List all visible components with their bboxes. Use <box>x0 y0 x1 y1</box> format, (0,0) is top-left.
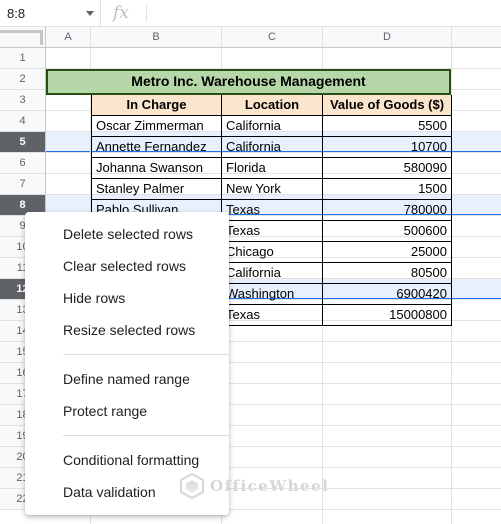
select-all-corner[interactable] <box>0 27 46 48</box>
chevron-down-icon[interactable] <box>86 11 94 16</box>
formula-bar: 8:8 fx <box>0 0 501 27</box>
cell-in-charge[interactable]: Oscar Zimmerman <box>91 116 222 137</box>
formula-input[interactable] <box>152 6 492 22</box>
row-header-6[interactable]: 6 <box>0 153 46 174</box>
cell-in-charge[interactable]: Stanley Palmer <box>91 179 222 200</box>
cell-location[interactable]: Chicago <box>222 242 323 263</box>
cell-value[interactable]: 15000800 <box>323 305 452 326</box>
name-box[interactable]: 8:8 <box>0 0 101 27</box>
row-header-1[interactable]: 1 <box>0 48 46 69</box>
officewheel-watermark: OfficeWheel <box>180 473 330 499</box>
menu-conditional-formatting[interactable]: Conditional formatting <box>25 444 229 476</box>
column-header-c[interactable]: C <box>222 27 323 48</box>
row-header-7[interactable]: 7 <box>0 174 46 195</box>
cell-in-charge[interactable]: Annette Fernandez <box>91 137 222 158</box>
menu-delete-rows[interactable]: Delete selected rows <box>25 218 229 250</box>
menu-resize-rows[interactable]: Resize selected rows <box>25 314 229 346</box>
menu-clear-rows[interactable]: Clear selected rows <box>25 250 229 282</box>
column-header-a[interactable]: A <box>46 27 91 48</box>
cell-value[interactable]: 580090 <box>323 158 452 179</box>
cell-value[interactable]: 1500 <box>323 179 452 200</box>
cell-value[interactable]: 10700 <box>323 137 452 158</box>
cell-location[interactable]: Texas <box>222 221 323 242</box>
menu-hide-rows[interactable]: Hide rows <box>25 282 229 314</box>
cell-value[interactable]: 6900420 <box>323 284 452 305</box>
menu-protect-range[interactable]: Protect range <box>25 395 229 427</box>
formula-divider <box>146 5 147 22</box>
cell-location[interactable]: Florida <box>222 158 323 179</box>
row-header-3[interactable]: 3 <box>0 90 46 111</box>
name-box-value: 8:8 <box>7 6 26 21</box>
header-location: Location <box>222 95 323 116</box>
column-header-e[interactable] <box>452 27 501 48</box>
row-header-2[interactable]: 2 <box>0 69 46 90</box>
header-value: Value of Goods ($) <box>323 95 452 116</box>
cell-value[interactable]: 500600 <box>323 221 452 242</box>
row-context-menu: Delete selected rows Clear selected rows… <box>25 212 229 515</box>
cell-value[interactable]: 5500 <box>323 116 452 137</box>
cell-location[interactable]: Texas <box>222 200 323 221</box>
table-title: Metro Inc. Warehouse Management <box>46 69 451 95</box>
row-header-4[interactable]: 4 <box>0 111 46 132</box>
watermark-text: OfficeWheel <box>210 477 330 495</box>
officewheel-logo-icon <box>180 473 204 499</box>
row-header-5[interactable]: 5 <box>0 132 46 153</box>
menu-divider <box>63 354 229 355</box>
cell-location[interactable]: Texas <box>222 305 323 326</box>
column-header-d[interactable]: D <box>323 27 452 48</box>
cell-value[interactable]: 780000 <box>323 200 452 221</box>
cell-location[interactable]: Washington <box>222 284 323 305</box>
header-in-charge: In Charge <box>91 95 222 116</box>
fx-icon: fx <box>113 3 129 23</box>
cell-location[interactable]: California <box>222 263 323 284</box>
cell-value[interactable]: 25000 <box>323 242 452 263</box>
menu-define-named-range[interactable]: Define named range <box>25 363 229 395</box>
cell-location[interactable]: California <box>222 116 323 137</box>
cell-value[interactable]: 80500 <box>323 263 452 284</box>
cell-location[interactable]: New York <box>222 179 323 200</box>
cell-in-charge[interactable]: Johanna Swanson <box>91 158 222 179</box>
column-header-b[interactable]: B <box>91 27 222 48</box>
menu-divider <box>63 435 229 436</box>
cell-location[interactable]: California <box>222 137 323 158</box>
